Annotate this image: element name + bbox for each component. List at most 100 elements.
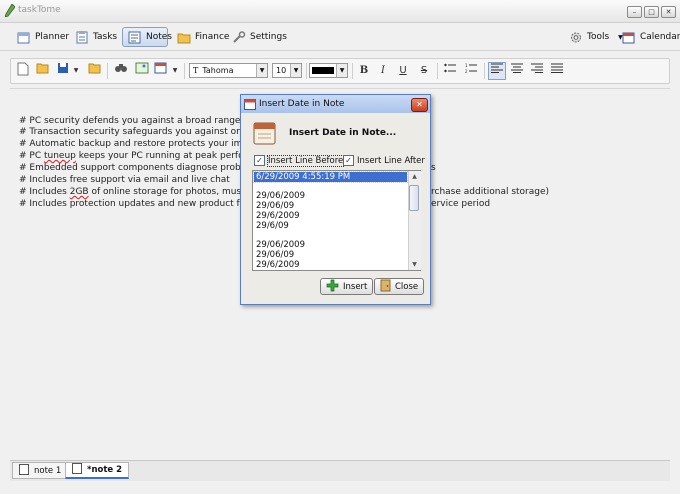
bold-button[interactable]: B [355,62,373,80]
open-button[interactable] [34,62,52,80]
list-item[interactable]: 29/6/2009 [256,211,300,221]
title-bar [0,0,680,23]
nav-settings-button[interactable]: Settings [227,27,292,47]
notes-icon [128,31,142,44]
dialog-heading: Insert Date in Note... [289,128,397,138]
save-dropdown-arrow[interactable]: ▼ [71,62,81,80]
list-item[interactable]: 29/6/2009 [256,260,300,270]
checkmark-icon: ✓ [254,155,265,166]
font-size-select[interactable]: 10 ▼ [272,63,302,78]
list-item[interactable]: 29/06/2009 [256,240,305,250]
nav-settings-label: Settings [250,32,287,42]
notepad-icon [253,122,276,145]
italic-button[interactable]: I [374,62,392,80]
note-line: # Includes protection updates and new pr… [19,199,260,209]
note-icon [19,463,29,478]
list-item[interactable]: 29/06/2009 [256,191,305,201]
tasks-icon [75,30,89,44]
tab-note-2-label: *note 2 [87,465,123,475]
text-color-select[interactable]: ▼ [309,63,348,78]
nav-finance-button[interactable]: Finance [172,27,234,47]
calendar-icon [244,99,256,110]
underline-button[interactable]: U [394,62,412,80]
note-line-tail: rchase additional storage) [431,187,550,197]
note-line: # Includes 2GB of online storage for pho… [19,187,252,197]
tab-note-1[interactable]: note 1 [12,462,69,479]
numbered-list-button[interactable]: 12 [462,62,480,80]
note-line: # Includes free support via email and li… [19,175,230,185]
toolbar-separator [107,63,108,79]
nav-notes-label: Notes [146,32,172,42]
chevron-down-icon: ▼ [256,64,267,77]
folder-icon [177,31,191,44]
new-note-button[interactable] [14,62,32,80]
maximize-button[interactable]: □ [644,6,659,18]
toolbar-separator [484,63,485,79]
app-title: taskTome [18,5,61,15]
dialog-close-icon[interactable]: ✕ [411,98,428,112]
close-window-button[interactable]: ✕ [661,6,676,18]
nav-planner-button[interactable]: Planner [12,27,74,47]
scrollbar-thumb[interactable] [409,185,419,211]
insert-button-label: Insert [343,281,368,292]
door-icon [380,279,391,295]
folder-button[interactable] [86,62,104,80]
nav-tasks-button[interactable]: Tasks [70,27,122,47]
note-line: # Automatic backup and restore protects … [19,139,258,149]
list-item[interactable]: 29/06/09 [256,201,294,211]
align-left-button[interactable] [488,62,506,80]
calendar-icon [622,31,636,44]
align-right-button[interactable] [528,62,546,80]
strikethrough-button[interactable]: S [415,62,433,80]
nav-calendar-button[interactable]: Calendar [617,27,680,47]
insert-date-button[interactable] [152,62,170,80]
chevron-down-icon: ▼ [336,64,347,77]
insert-line-before-label: Insert Line Before [266,154,345,167]
nav-calendar-label: Calendar [640,32,680,42]
nav-tools-label: Tools [587,32,610,42]
justify-button[interactable] [548,62,566,80]
date-dropdown-arrow[interactable]: ▼ [170,62,180,80]
note-line: # PC tuneup keeps your PC running at pea… [19,151,256,161]
insert-line-before-checkbox[interactable]: ✓ Insert Line Before [254,154,345,167]
font-size-value: 10 [276,66,287,75]
align-center-button[interactable] [508,62,526,80]
note-icon [72,463,82,477]
nav-notes-button[interactable]: Notes [122,27,172,47]
note-line-tail: s [431,163,436,173]
note-line: # Embedded support components diagnose p… [19,163,258,173]
insert-image-button[interactable] [133,62,151,80]
font-type-icon: T [193,66,199,75]
svg-text:1: 1 [465,63,468,68]
font-family-select[interactable]: T Tahoma ▼ [189,63,268,78]
tab-note-2[interactable]: *note 2 [65,462,130,479]
nav-planner-label: Planner [35,32,70,42]
close-button[interactable]: Close [374,278,425,295]
insert-line-after-checkbox[interactable]: ✓ Insert Line After [343,155,425,166]
tab-note-1-label: note 1 [34,465,62,476]
note-line: # Transaction security safeguards you ag… [19,127,259,137]
toolbar-separator [352,63,353,79]
list-item[interactable]: 6/29/2009 4:55:19 PM [253,171,408,183]
save-button[interactable] [54,62,72,80]
minimize-button[interactable]: – [627,6,642,18]
nav-finance-label: Finance [195,32,230,42]
find-binoculars-icon[interactable] [112,62,130,80]
color-swatch [312,67,334,74]
toolbar-separator [437,63,438,79]
note-line: # PC security defends you against a broa… [19,116,253,126]
toolbar-separator [184,63,185,79]
list-item[interactable]: 29/06/09 [256,250,294,260]
insert-button[interactable]: Insert [320,278,374,295]
wrench-icon [232,30,246,44]
list-item[interactable]: 29/6/09 [256,221,289,231]
close-button-label: Close [395,281,419,292]
pencil-icon [5,4,15,17]
plus-icon [326,279,339,295]
chevron-down-icon: ▼ [290,64,301,77]
nav-tasks-label: Tasks [93,32,118,42]
scroll-down-icon[interactable]: ▼ [409,260,420,269]
scroll-up-icon[interactable]: ▲ [409,172,420,181]
bullet-list-button[interactable] [441,62,459,80]
planner-icon [17,31,31,44]
